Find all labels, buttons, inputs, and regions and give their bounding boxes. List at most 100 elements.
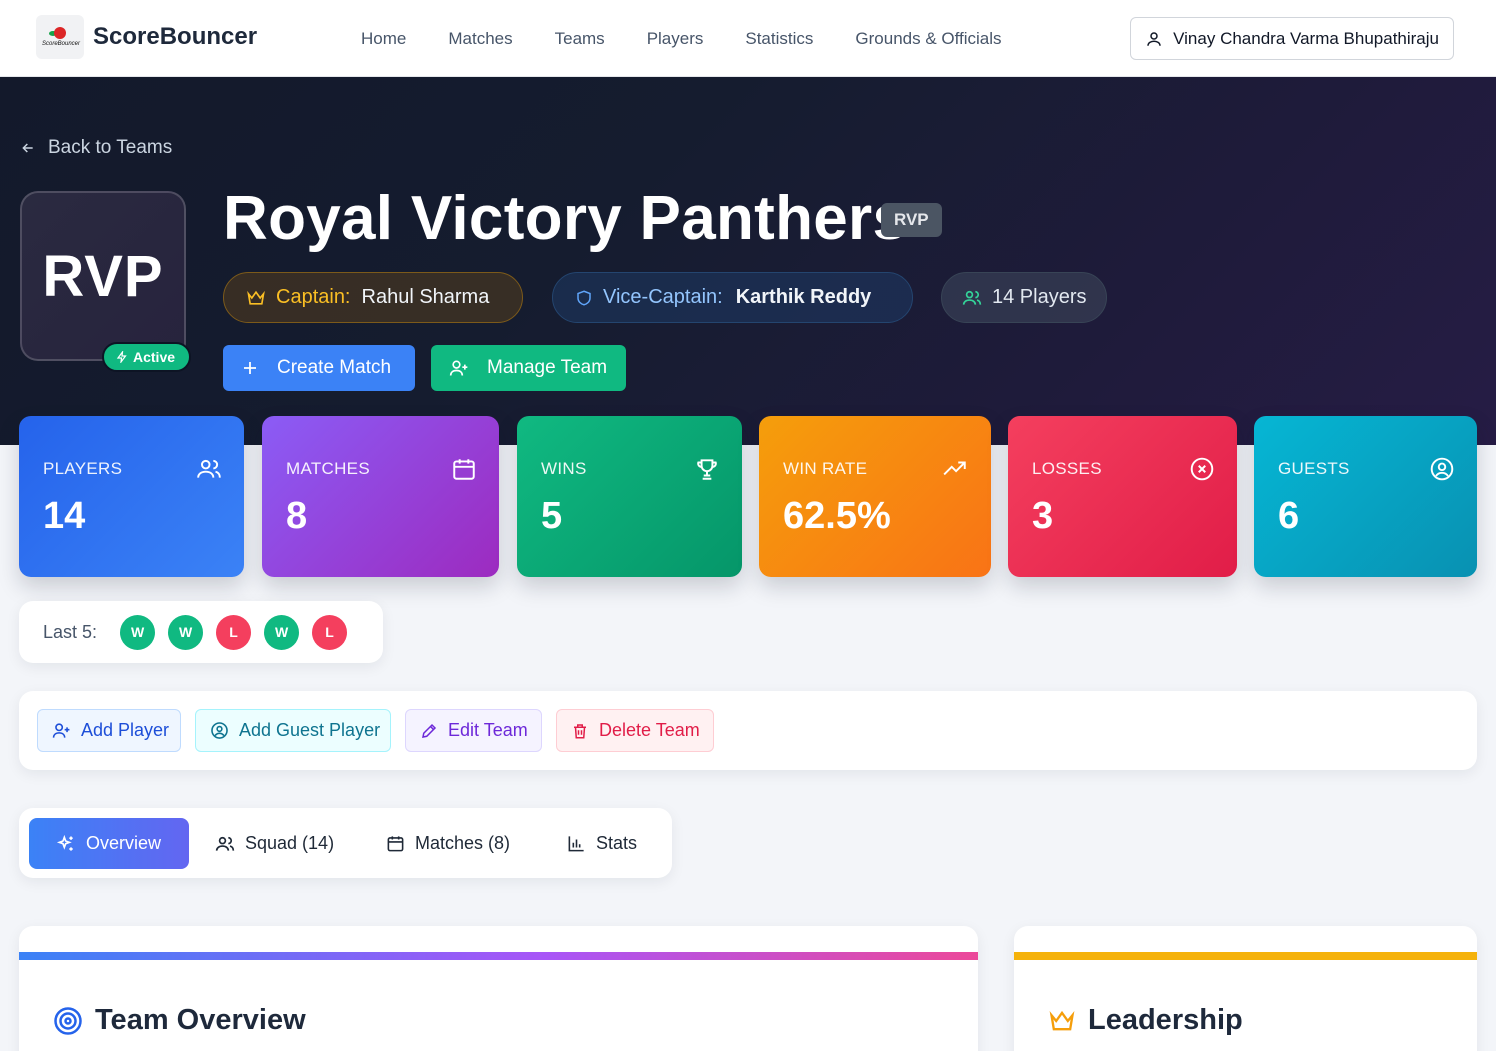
shield-icon [577,289,591,306]
nav-link-teams[interactable]: Teams [534,29,626,49]
tab-squad-label: Squad (14) [245,833,335,853]
leadership-title: Leadership [1088,1004,1243,1036]
stat-label: MATCHES [286,459,370,478]
form-result: W [168,614,204,650]
tab-stats[interactable]: Stats [567,818,637,869]
nav-link-players[interactable]: Players [626,29,725,49]
delete-team-button[interactable]: Delete Team [556,709,714,752]
stat-value: 5 [541,495,563,537]
users-icon [215,836,235,851]
stat-label: LOSSES [1032,459,1102,478]
team-name: Royal Victory Panthers [223,184,908,253]
crown-icon [1049,1010,1075,1030]
users-icon [962,290,982,305]
panel-accent-bar [1014,952,1477,960]
create-match-button[interactable]: Create Match [223,345,415,391]
stat-label: PLAYERS [43,459,123,478]
panel-title: Leadership [1048,1004,1243,1037]
stat-value: 8 [286,495,308,537]
pencil-icon [422,723,437,738]
nav-link-home[interactable]: Home [340,29,427,49]
team-tabs: Overview Squad (14) Matches (8) Stats [19,808,672,878]
nav-link-matches[interactable]: Matches [427,29,533,49]
trending-up-icon [943,461,966,476]
stat-card-players: PLAYERS 14 [19,416,244,577]
nav-links: Home Matches Teams Players Statistics Gr… [340,0,1023,77]
calendar-icon [387,836,404,852]
sparkles-icon [56,834,73,851]
stat-label: WINS [541,459,587,478]
add-player-button[interactable]: Add Player [37,709,181,752]
user-name: Vinay Chandra Varma Bhupathiraju [1173,28,1439,48]
recent-form-label: Last 5: [43,621,98,642]
top-navbar: ScoreBouncer ScoreBouncer Home Matches T… [0,0,1496,77]
edit-team-button[interactable]: Edit Team [405,709,542,752]
brand-logo-text: ScoreBouncer [42,41,81,47]
user-circle-icon [1430,457,1454,481]
status-badge-label: Active [133,349,176,365]
team-short-code: RVP [881,203,942,237]
back-to-teams-link[interactable]: Back to Teams [20,137,172,159]
user-plus-icon [449,360,468,376]
vice-captain-name: Karthik Reddy [735,286,872,308]
calendar-icon [453,459,475,480]
recent-form: Last 5: W W L W L [19,601,383,663]
nav-link-statistics[interactable]: Statistics [724,29,834,49]
delete-team-label: Delete Team [599,720,700,740]
x-circle-icon [1190,457,1214,481]
tab-matches[interactable]: Matches (8) [386,818,510,869]
panel-title: Team Overview [53,1004,306,1037]
stat-label: WIN RATE [783,459,868,478]
team-hero [0,77,1496,445]
form-result: L [216,614,252,650]
team-avatar: RVP [20,191,186,361]
user-icon [1147,31,1161,46]
user-plus-icon [52,723,70,738]
form-result: W [120,614,156,650]
target-icon [54,1006,82,1035]
panel-accent-bar [19,952,978,960]
stat-card-win-rate: WIN RATE 62.5% [759,416,991,577]
team-actions-bar: Add Player Add Guest Player Edit Team De… [19,691,1477,770]
players-count: 14 Players [992,286,1087,308]
tab-stats-label: Stats [596,833,638,853]
tab-squad[interactable]: Squad (14) [215,818,334,869]
add-player-label: Add Player [81,720,170,740]
nav-link-grounds-officials[interactable]: Grounds & Officials [834,29,1022,49]
crown-icon [247,290,265,305]
vice-captain-pill: Vice-Captain: Karthik Reddy [552,272,913,323]
leadership-panel: Leadership [1014,926,1477,1051]
arrow-left-icon [22,143,33,153]
tab-overview[interactable]: Overview [29,818,189,869]
plus-icon [244,362,256,374]
users-icon [197,459,221,478]
status-badge: Active [102,342,192,372]
manage-team-label: Manage Team [487,357,608,378]
trophy-icon [697,459,717,480]
captain-label: Captain: [276,286,351,308]
trash-icon [574,723,586,738]
add-guest-player-button[interactable]: Add Guest Player [195,709,391,752]
team-overview-panel: Team Overview [19,926,978,1051]
tab-matches-label: Matches (8) [415,833,511,853]
manage-team-button[interactable]: Manage Team [431,345,626,391]
brand-name: ScoreBouncer [93,23,258,50]
players-count-pill: 14 Players [941,272,1107,323]
team-overview-title: Team Overview [95,1004,306,1036]
edit-team-label: Edit Team [448,720,528,740]
vice-captain-label: Vice-Captain: [603,286,723,308]
stat-value: 14 [43,495,86,537]
stat-value: 62.5% [783,495,891,537]
add-guest-player-label: Add Guest Player [239,720,381,740]
stat-label: GUESTS [1278,459,1350,478]
bar-chart-icon [568,836,584,852]
stat-card-matches: MATCHES 8 [262,416,499,577]
stat-value: 6 [1278,495,1300,537]
brand[interactable]: ScoreBouncer ScoreBouncer [36,15,257,59]
user-menu-button[interactable]: Vinay Chandra Varma Bhupathiraju [1130,17,1454,60]
stat-value: 3 [1032,495,1054,537]
captain-name: Rahul Sharma [361,286,490,308]
captain-pill: Captain: Rahul Sharma [223,272,523,323]
form-result: W [264,614,300,650]
back-label: Back to Teams [48,137,173,158]
